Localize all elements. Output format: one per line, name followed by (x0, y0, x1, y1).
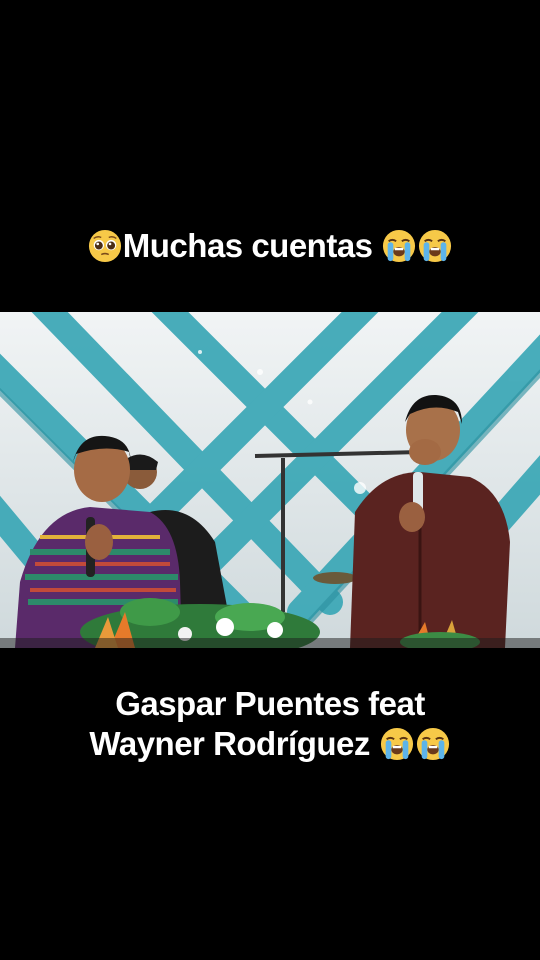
loudly-crying-face-emoji (416, 727, 449, 761)
bottom-caption-line2: Wayner Rodríguez (89, 725, 370, 762)
bottom-caption-line1: Gaspar Puentes feat (115, 685, 425, 722)
loudly-crying-face-emoji (383, 229, 416, 263)
stage-scene (0, 312, 540, 648)
loudly-crying-face-emoji (380, 727, 413, 761)
video-frame[interactable] (0, 312, 540, 648)
pleading-face-emoji (88, 229, 121, 263)
loudly-crying-face-emoji (419, 229, 452, 263)
bottom-caption: Gaspar Puentes feat Wayner Rodríguez (0, 684, 540, 764)
top-caption: Muchas cuentas (0, 226, 540, 266)
top-caption-text: Muchas cuentas (122, 227, 373, 264)
